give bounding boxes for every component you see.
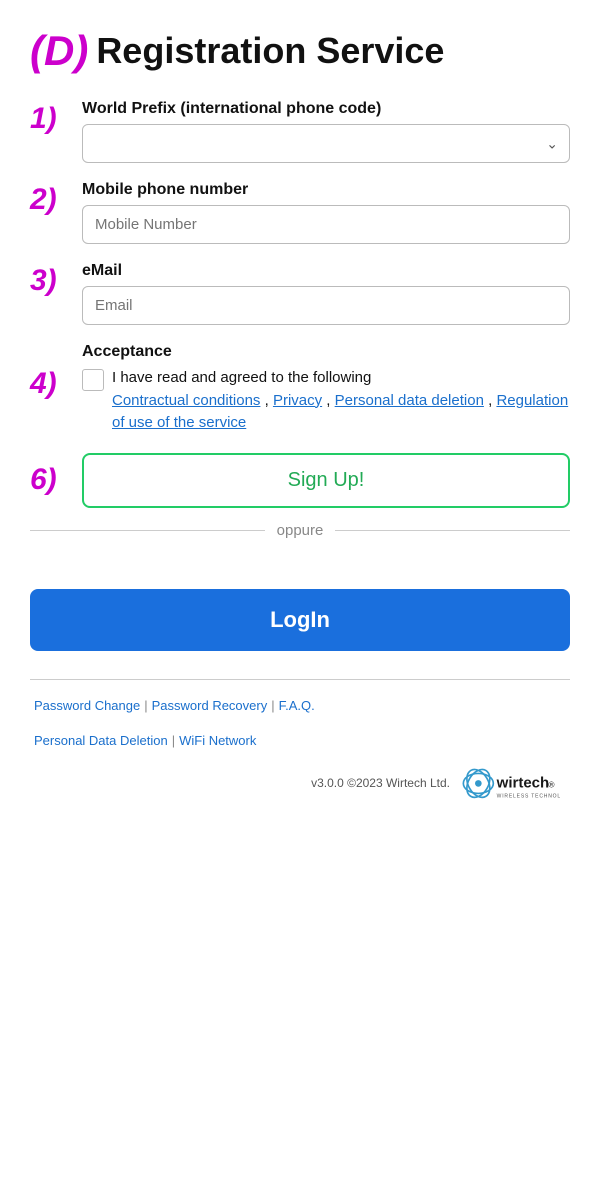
step2-row: 2) Mobile phone number (30, 181, 570, 244)
svg-text:wirtech: wirtech (496, 774, 550, 791)
email-field: eMail (82, 262, 570, 325)
step3-label: 3) (30, 264, 82, 298)
step1-row: 1) World Prefix (international phone cod… (30, 100, 570, 163)
page-header: (D) Registration Service (30, 30, 570, 72)
signup-row: 6) Sign Up! (30, 453, 570, 508)
mobile-label: Mobile phone number (82, 181, 570, 199)
privacy-link[interactable]: Privacy (273, 392, 322, 409)
step3-row: 3) eMail (30, 262, 570, 325)
faq-link[interactable]: F.A.Q. (279, 698, 315, 713)
password-change-link[interactable]: Password Change (34, 698, 140, 713)
world-prefix-field: World Prefix (international phone code) … (82, 100, 570, 163)
footer-links-line2: Personal Data Deletion | WiFi Network (30, 733, 570, 748)
divider-row: oppure (30, 522, 570, 539)
world-prefix-label: World Prefix (international phone code) (82, 100, 570, 118)
divider-line-left (30, 530, 265, 531)
page-title: Registration Service (96, 31, 444, 71)
login-button[interactable]: LogIn (30, 589, 570, 651)
svg-text:®: ® (548, 779, 554, 789)
step1-label: 1) (30, 102, 82, 136)
acceptance-label: Acceptance (82, 343, 570, 361)
password-recovery-link[interactable]: Password Recovery (152, 698, 268, 713)
personal-data-deletion-footer-link[interactable]: Personal Data Deletion (34, 733, 168, 748)
divider-text: oppure (265, 522, 336, 539)
world-prefix-select[interactable]: +1 (USA/Canada) +39 (Italy) +44 (UK) +49… (82, 124, 570, 163)
acceptance-section: Acceptance 4) I have read and agreed to … (30, 343, 570, 435)
version-text: v3.0.0 ©2023 Wirtech Ltd. (311, 776, 450, 790)
acceptance-check-row: I have read and agreed to the following … (82, 367, 570, 435)
wirtech-logo-svg: wirtech WIRELESS TECHNOLOGIES ® (460, 758, 560, 808)
email-label: eMail (82, 262, 570, 280)
acceptance-checkbox[interactable] (82, 369, 104, 391)
personal-data-deletion-link[interactable]: Personal data deletion (335, 392, 484, 409)
step2-label: 2) (30, 183, 82, 217)
footer-links-line1: Password Change | Password Recovery | F.… (30, 698, 570, 713)
d-label: (D) (30, 30, 88, 72)
svg-text:WIRELESS TECHNOLOGIES: WIRELESS TECHNOLOGIES (497, 793, 560, 799)
acceptance-row: 4) I have read and agreed to the followi… (30, 367, 570, 435)
email-input[interactable] (82, 286, 570, 325)
bottom-divider (30, 679, 570, 680)
contractual-conditions-link[interactable]: Contractual conditions (112, 392, 260, 409)
step4-label: 4) (30, 367, 82, 401)
wifi-network-link[interactable]: WiFi Network (179, 733, 256, 748)
step6-label: 6) (30, 463, 82, 497)
mobile-input[interactable] (82, 205, 570, 244)
acceptance-content: I have read and agreed to the following … (82, 367, 570, 435)
logo-section: v3.0.0 ©2023 Wirtech Ltd. wirtech WIRELE… (30, 758, 570, 808)
wirtech-logo: wirtech WIRELESS TECHNOLOGIES ® (460, 758, 560, 808)
divider-line-right (335, 530, 570, 531)
acceptance-text: I have read and agreed to the following … (112, 367, 570, 435)
world-prefix-select-wrapper[interactable]: +1 (USA/Canada) +39 (Italy) +44 (UK) +49… (82, 124, 570, 163)
signup-button[interactable]: Sign Up! (82, 453, 570, 508)
mobile-field: Mobile phone number (82, 181, 570, 244)
